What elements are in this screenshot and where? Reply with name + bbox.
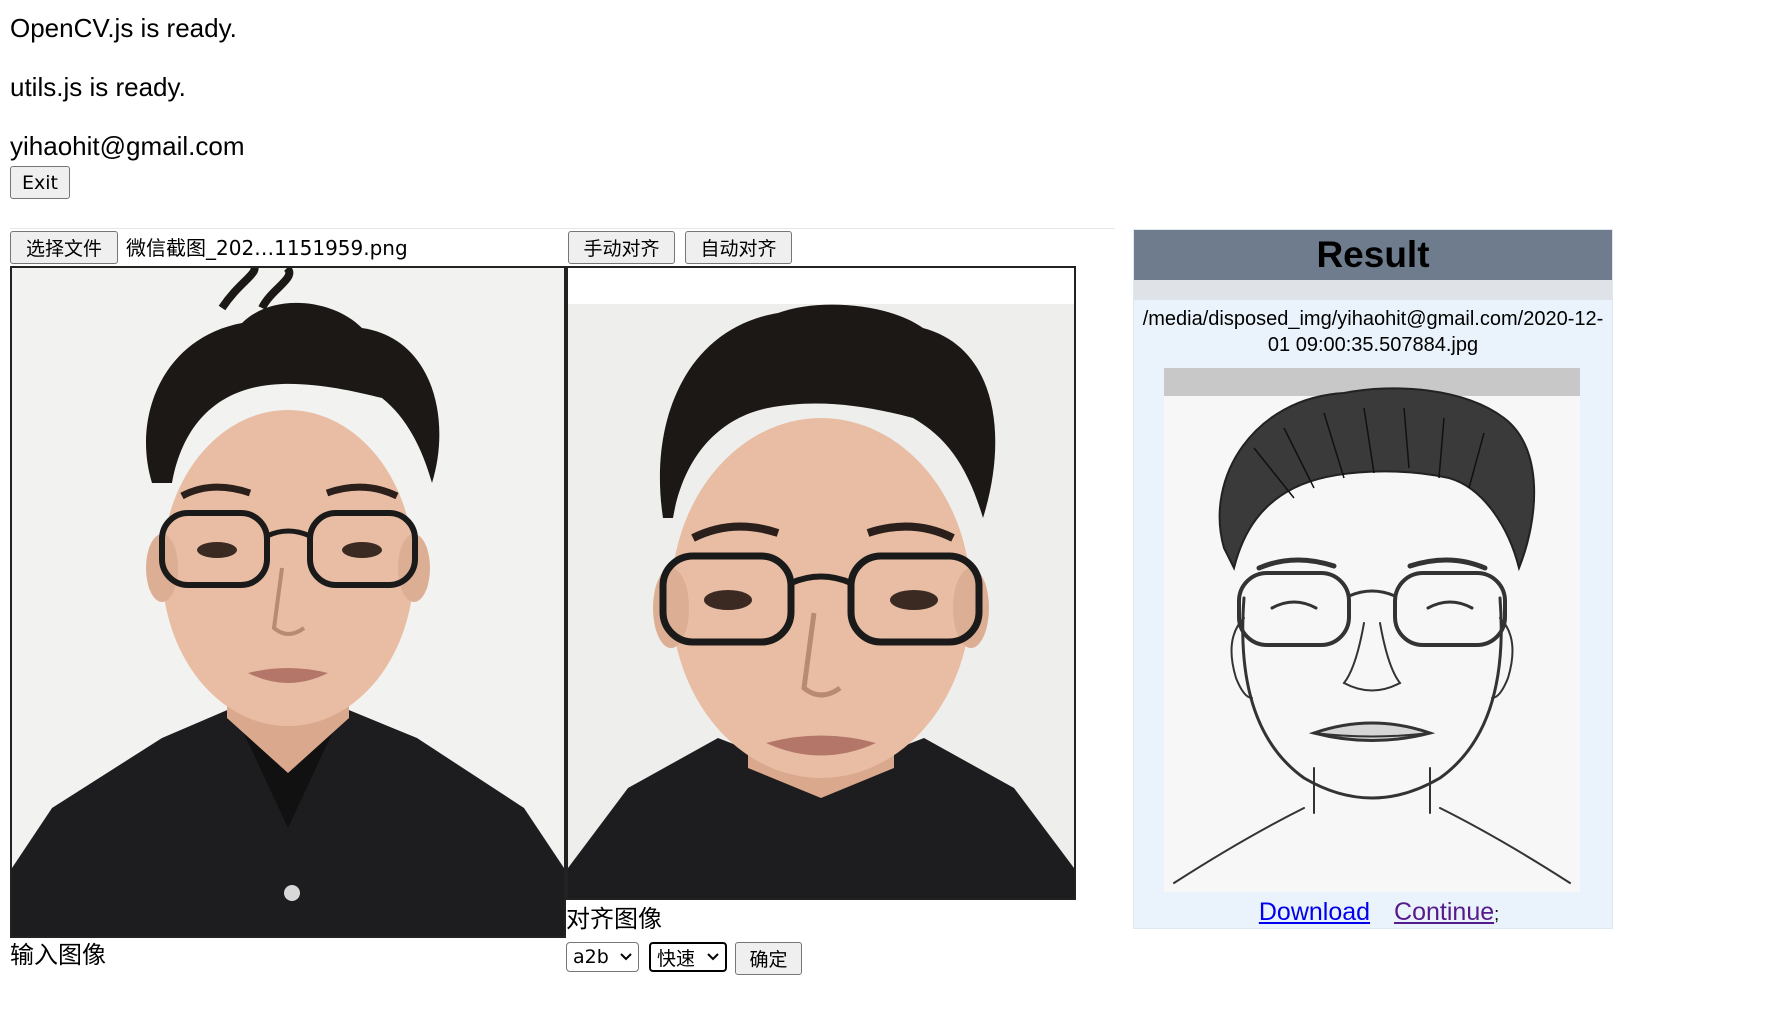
person-photo-icon <box>12 268 564 936</box>
chevron-down-icon <box>620 953 632 961</box>
result-panel: Result /media/disposed_img/yihaohit@gmai… <box>1133 229 1613 929</box>
manual-align-button[interactable]: 手动对齐 <box>568 231 675 264</box>
user-email: yihaohit@gmail.com <box>10 131 245 161</box>
result-title: Result <box>1316 234 1430 275</box>
speed-select[interactable]: 快速 <box>649 942 727 972</box>
input-image-canvas[interactable] <box>10 266 566 938</box>
chevron-down-icon <box>707 953 719 961</box>
result-header: Result <box>1134 230 1612 280</box>
pencil-sketch-portrait <box>1164 368 1580 892</box>
input-image-caption: 输入图像 <box>10 941 106 969</box>
direction-select-value: a2b <box>573 946 609 968</box>
choose-file-button[interactable]: 选择文件 <box>10 231 118 264</box>
selected-file-name: 微信截图_202…1151959.png <box>126 236 408 260</box>
result-file-path: /media/disposed_img/yihaohit@gmail.com/2… <box>1142 308 1604 356</box>
direction-select[interactable]: a2b <box>566 942 639 972</box>
auto-align-button[interactable]: 自动对齐 <box>685 231 792 264</box>
download-link[interactable]: Download <box>1259 898 1370 926</box>
aligned-image-canvas[interactable] <box>566 266 1076 900</box>
divider <box>10 228 1115 229</box>
person-photo-icon <box>568 268 1074 898</box>
result-links: Download Continue; <box>1134 896 1612 930</box>
continue-link[interactable]: Continue <box>1394 898 1494 926</box>
exit-button[interactable]: Exit <box>10 166 70 199</box>
aligned-image-caption: 对齐图像 <box>566 905 662 933</box>
result-header-strip <box>1134 280 1612 300</box>
opencv-status: OpenCV.js is ready. <box>10 13 237 43</box>
result-sketch-image <box>1164 368 1580 892</box>
confirm-button[interactable]: 确定 <box>735 942 802 975</box>
continue-suffix: ; <box>1494 904 1500 924</box>
utils-status: utils.js is ready. <box>10 72 186 102</box>
speed-select-value: 快速 <box>657 947 696 970</box>
